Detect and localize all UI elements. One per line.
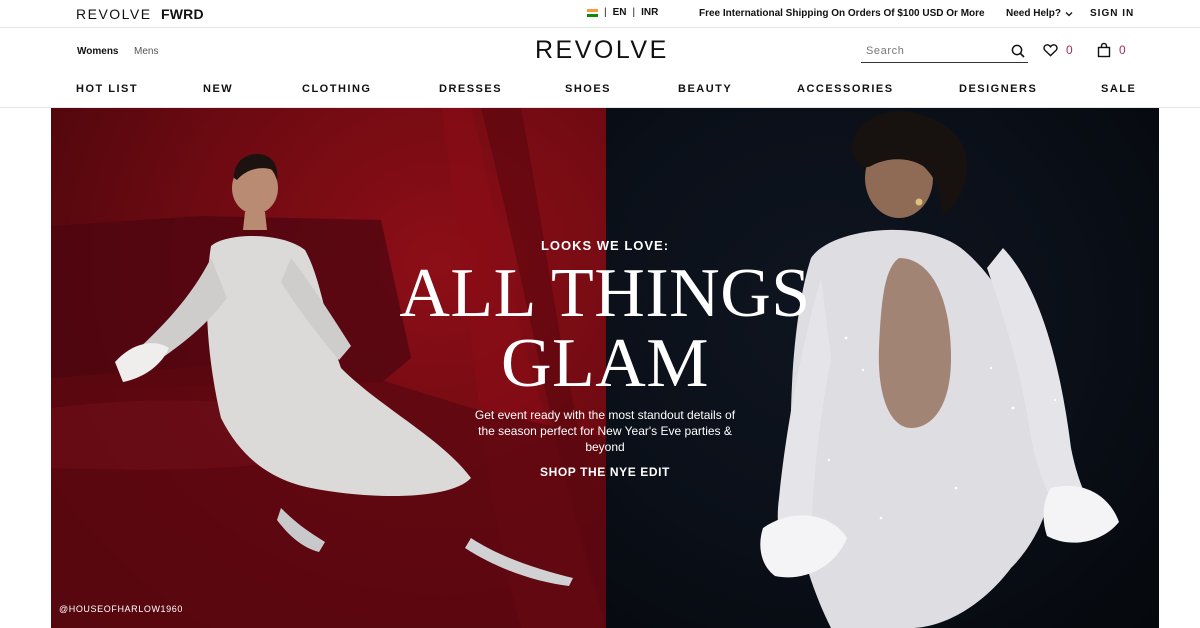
main-nav: HOT LIST NEW CLOTHING DRESSES SHOES BEAU… <box>0 80 1200 108</box>
utility-bar: REVOLVE FWRD | EN | INR Free Internation… <box>0 0 1200 28</box>
locale-separator: | <box>604 7 607 18</box>
nav-designers[interactable]: DESIGNERS <box>959 83 1037 95</box>
locale-separator: | <box>632 7 636 18</box>
help-label: Need Help? <box>1006 8 1062 19</box>
bag-count: 0 <box>1119 43 1126 57</box>
photo-credit: @HOUSEOFHARLOW1960 <box>59 604 183 614</box>
heart-icon <box>1043 44 1058 57</box>
nav-shoes[interactable]: SHOES <box>565 83 611 95</box>
wishlist-count: 0 <box>1066 43 1073 57</box>
nav-beauty[interactable]: BEAUTY <box>678 83 732 95</box>
nav-accessories[interactable]: ACCESSORIES <box>797 83 894 95</box>
sign-in-link[interactable]: SIGN IN <box>1090 8 1134 19</box>
hero-banner[interactable]: LOOKS WE LOVE: ALL THINGS GLAM Get event… <box>51 108 1159 628</box>
nav-sale[interactable]: SALE <box>1101 83 1136 95</box>
search-icon[interactable] <box>1010 43 1026 59</box>
nav-clothing[interactable]: CLOTHING <box>302 83 371 95</box>
shipping-message: Free International Shipping On Orders Of… <box>699 8 985 19</box>
fwrd-brand-link[interactable]: FWRD <box>161 6 204 22</box>
locale-selector[interactable]: | EN | INR <box>587 7 658 18</box>
hero-eyebrow: LOOKS WE LOVE: <box>540 238 670 253</box>
currency-label: INR <box>641 7 659 18</box>
shopping-bag-button[interactable]: 0 <box>1097 42 1126 58</box>
shop-nye-edit-link[interactable]: SHOP THE NYE EDIT <box>540 465 670 479</box>
tab-mens[interactable]: Mens <box>134 46 158 57</box>
hero-body-copy: Get event ready with the most standout d… <box>474 408 736 454</box>
nav-new[interactable]: NEW <box>203 83 233 95</box>
wishlist-button[interactable]: 0 <box>1043 43 1073 57</box>
help-menu[interactable]: Need Help? <box>1006 8 1073 19</box>
nav-dresses[interactable]: DRESSES <box>439 83 502 95</box>
nav-hot-list[interactable]: HOT LIST <box>76 83 138 95</box>
chevron-down-icon <box>1065 11 1073 16</box>
shopping-bag-icon <box>1097 42 1111 58</box>
india-flag-icon <box>587 8 598 17</box>
hero-headline-line1: ALL THINGS <box>399 255 811 332</box>
language-label: EN <box>612 7 627 18</box>
tab-womens[interactable]: Womens <box>77 46 119 57</box>
hero-text-block: LOOKS WE LOVE: ALL THINGS GLAM Get event… <box>361 238 849 481</box>
search-input[interactable] <box>861 41 1001 61</box>
hero-headline-line2: GLAM <box>500 325 710 402</box>
revolve-brand-link[interactable]: REVOLVE <box>76 6 152 22</box>
revolve-logo[interactable]: REVOLVE <box>535 36 669 65</box>
search-box <box>861 41 1028 63</box>
